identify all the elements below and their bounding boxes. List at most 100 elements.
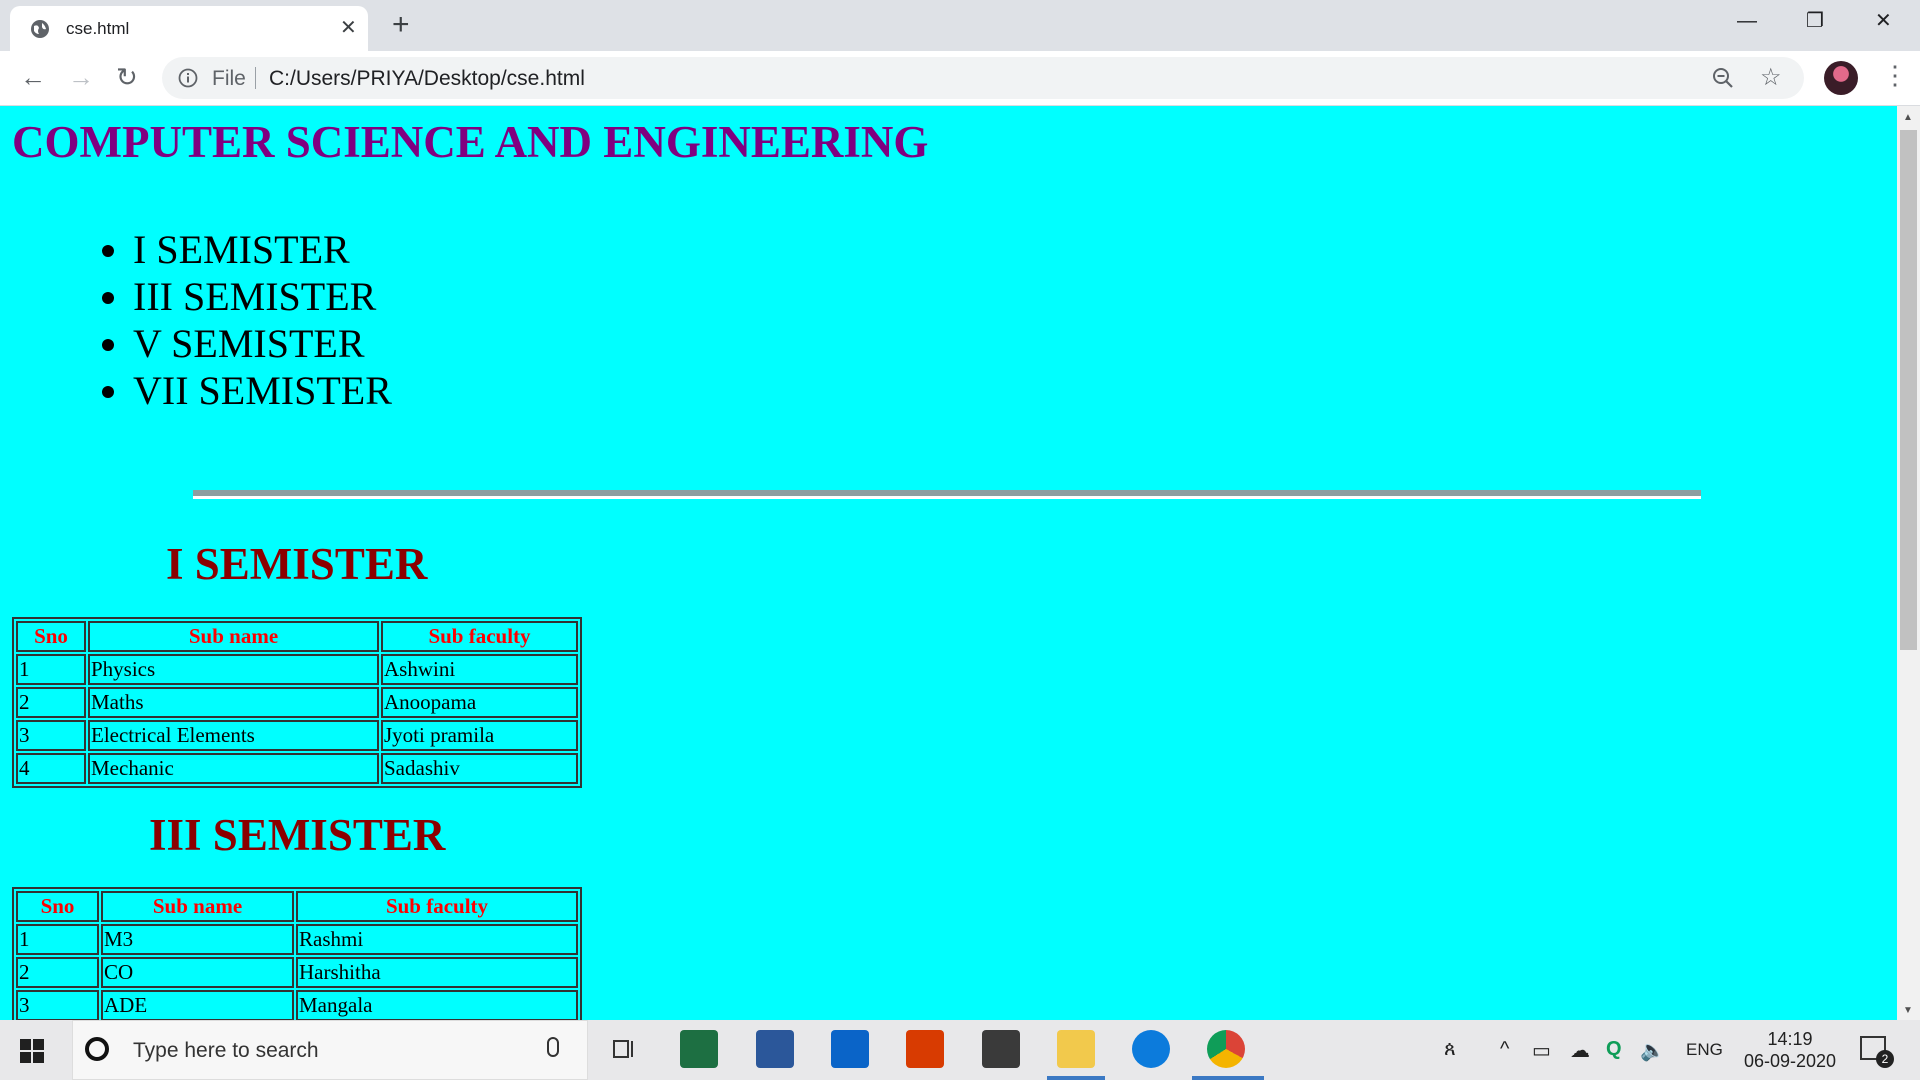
- active-app-indicator: [1047, 1076, 1105, 1080]
- vertical-scrollbar[interactable]: ▲ ▼: [1897, 106, 1920, 1020]
- scroll-down-icon[interactable]: ▼: [1903, 1005, 1913, 1016]
- address-separator: [255, 67, 256, 89]
- scroll-up-icon[interactable]: ▲: [1903, 112, 1913, 123]
- table-cell: Electrical Elements: [88, 720, 379, 751]
- address-bar[interactable]: File C:/Users/PRIYA/Desktop/cse.html ☆: [162, 57, 1804, 99]
- column-header: Sub name: [101, 891, 294, 922]
- browser-toolbar: ← → ↻ File C:/Users/PRIYA/Desktop/cse.ht…: [0, 51, 1920, 106]
- windows-taskbar: Type here to search ጰ ^ ▭ ☁ Q 🔈 ENG 14:1…: [0, 1020, 1920, 1080]
- notification-icon[interactable]: 2: [1860, 1036, 1894, 1068]
- table-row: 1 Physics Ashwini: [16, 654, 578, 685]
- search-placeholder: Type here to search: [133, 1039, 319, 1062]
- table-cell: Physics: [88, 654, 379, 685]
- windows-start-icon[interactable]: [20, 1039, 44, 1063]
- back-button[interactable]: ←: [20, 63, 46, 91]
- table-row: 3 ADE Mangala: [16, 990, 578, 1020]
- table-cell: 1: [16, 924, 99, 955]
- reload-button[interactable]: ↻: [116, 63, 138, 91]
- scheme-label: File: [212, 67, 246, 90]
- table-cell: 3: [16, 990, 99, 1020]
- active-app-indicator: [1192, 1076, 1264, 1080]
- office-icon[interactable]: [906, 1030, 944, 1068]
- tab-close-icon[interactable]: ✕: [340, 17, 357, 39]
- notification-count: 2: [1876, 1050, 1894, 1068]
- table-row: 2 CO Harshitha: [16, 957, 578, 988]
- table-row: 4 Mechanic Sadashiv: [16, 753, 578, 784]
- horizontal-rule: [193, 490, 1701, 499]
- column-header: Sub faculty: [296, 891, 578, 922]
- url-text[interactable]: C:/Users/PRIYA/Desktop/cse.html: [269, 67, 585, 91]
- semester-list-item: VII SEMISTER: [133, 367, 392, 414]
- people-icon[interactable]: ጰ: [1444, 1038, 1456, 1061]
- semester-table: Sno Sub name Sub faculty 1 Physics Ashwi…: [12, 617, 582, 788]
- column-header: Sub faculty: [381, 621, 578, 652]
- scrollbar-thumb[interactable]: [1900, 130, 1917, 650]
- edge-icon[interactable]: [1132, 1030, 1170, 1068]
- browser-tab[interactable]: cse.html ✕: [10, 6, 368, 51]
- clock-time: 14:19: [1767, 1029, 1813, 1049]
- chrome-icon[interactable]: [1207, 1030, 1245, 1068]
- table-row: 1 M3 Rashmi: [16, 924, 578, 955]
- table-cell: 1: [16, 654, 86, 685]
- table-cell: Rashmi: [296, 924, 578, 955]
- store-icon[interactable]: [982, 1030, 1020, 1068]
- language-indicator[interactable]: ENG: [1686, 1040, 1723, 1060]
- semester-list-item: V SEMISTER: [133, 320, 392, 367]
- semester-list-item: I SEMISTER: [133, 226, 392, 273]
- chrome-menu-icon[interactable]: ⋮: [1882, 60, 1908, 90]
- table-cell: 4: [16, 753, 86, 784]
- table-cell: 2: [16, 957, 99, 988]
- page-title: COMPUTER SCIENCE AND ENGINEERING: [12, 117, 929, 167]
- table-cell: ADE: [101, 990, 294, 1020]
- table-cell: Ashwini: [381, 654, 578, 685]
- semester-heading: I SEMISTER: [166, 539, 428, 589]
- page-viewport: COMPUTER SCIENCE AND ENGINEERING I SEMIS…: [0, 106, 1897, 1020]
- forward-button[interactable]: →: [68, 63, 94, 91]
- table-cell: 3: [16, 720, 86, 751]
- table-row: 2 Maths Anoopama: [16, 687, 578, 718]
- table-cell: Maths: [88, 687, 379, 718]
- profile-avatar[interactable]: [1824, 61, 1858, 95]
- app-tray-icon[interactable]: Q: [1606, 1038, 1622, 1061]
- onedrive-icon[interactable]: ☁: [1570, 1038, 1590, 1063]
- semester-list: I SEMISTER III SEMISTER V SEMISTER VII S…: [85, 226, 392, 414]
- semester-heading: III SEMISTER: [149, 810, 446, 860]
- table-row: 3 Electrical Elements Jyoti pramila: [16, 720, 578, 751]
- tab-strip: cse.html ✕ + — ❐ ✕: [0, 0, 1920, 51]
- globe-icon: [31, 20, 49, 38]
- excel-icon[interactable]: [680, 1030, 718, 1068]
- column-header: Sno: [16, 891, 99, 922]
- info-icon[interactable]: [178, 68, 198, 88]
- table-cell: Sadashiv: [381, 753, 578, 784]
- system-clock[interactable]: 14:19 06-09-2020: [1730, 1028, 1850, 1072]
- table-cell: CO: [101, 957, 294, 988]
- volume-icon[interactable]: 🔈: [1640, 1038, 1665, 1063]
- battery-icon[interactable]: ▭: [1532, 1038, 1551, 1063]
- table-cell: Anoopama: [381, 687, 578, 718]
- microphone-icon[interactable]: [547, 1037, 559, 1057]
- new-tab-button[interactable]: +: [392, 10, 410, 40]
- tab-title: cse.html: [66, 19, 130, 38]
- minimize-button[interactable]: —: [1737, 8, 1757, 34]
- column-header: Sno: [16, 621, 86, 652]
- semester-table: Sno Sub name Sub faculty 1 M3 Rashmi 2 C…: [12, 887, 582, 1020]
- semester-list-item: III SEMISTER: [133, 273, 392, 320]
- zoom-out-icon[interactable]: [1712, 67, 1734, 89]
- file-explorer-icon[interactable]: [1057, 1030, 1095, 1068]
- table-cell: 2: [16, 687, 86, 718]
- mail-icon[interactable]: [831, 1030, 869, 1068]
- column-header: Sub name: [88, 621, 379, 652]
- table-cell: M3: [101, 924, 294, 955]
- table-cell: Mechanic: [88, 753, 379, 784]
- clock-date: 06-09-2020: [1743, 1051, 1837, 1071]
- taskbar-search[interactable]: Type here to search: [72, 1020, 588, 1080]
- word-icon[interactable]: [756, 1030, 794, 1068]
- table-cell: Mangala: [296, 990, 578, 1020]
- chevron-up-icon[interactable]: ^: [1500, 1038, 1509, 1061]
- cortana-icon[interactable]: [85, 1037, 109, 1061]
- bookmark-star-icon[interactable]: ☆: [1760, 63, 1782, 92]
- close-window-button[interactable]: ✕: [1875, 8, 1892, 34]
- task-view-icon[interactable]: [605, 1030, 643, 1068]
- table-cell: Jyoti pramila: [381, 720, 578, 751]
- restore-button[interactable]: ❐: [1806, 8, 1824, 34]
